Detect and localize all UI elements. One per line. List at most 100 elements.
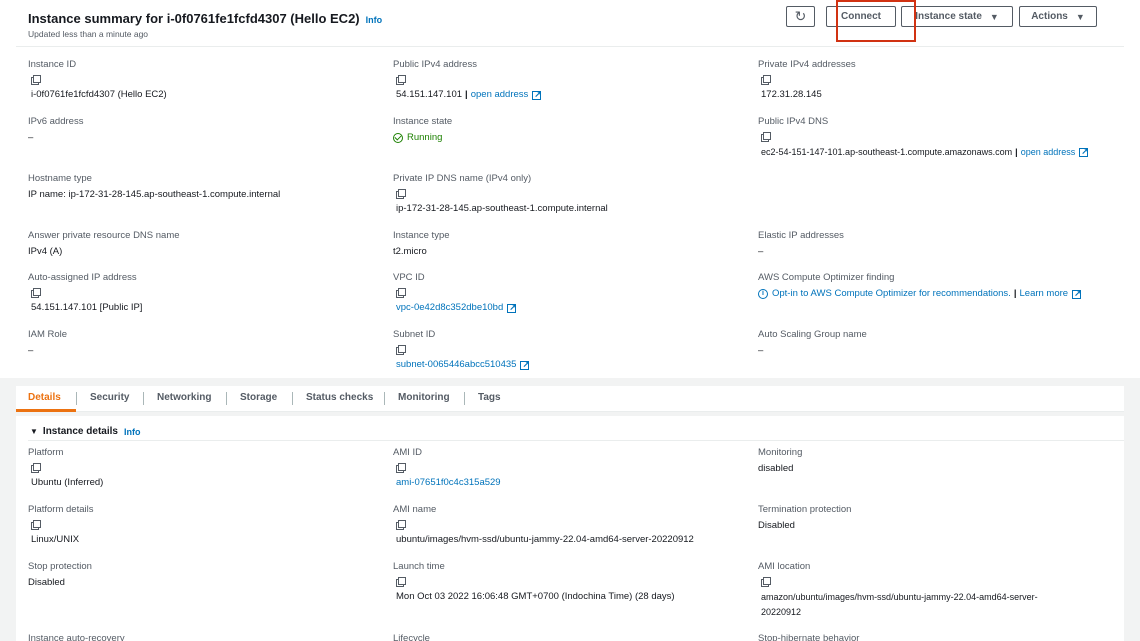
separator: | [1013, 288, 1017, 299]
tab-security[interactable]: Security [90, 392, 129, 403]
copy-icon[interactable] [31, 288, 41, 298]
tab-storage[interactable]: Storage [240, 392, 277, 403]
tab-details[interactable]: Details [28, 392, 61, 403]
private-dns-value: ip-172-31-28-145.ap-southeast-1.compute.… [396, 203, 608, 214]
hostname-type-value: IP name: ip-172-31-28-145.ap-southeast-1… [28, 189, 281, 200]
info-link[interactable]: Info [366, 15, 383, 25]
answer-dns-value: IPv4 (A) [28, 246, 63, 257]
field-elastic-ip: Elastic IP addresses – [758, 230, 1098, 258]
label: VPC ID [393, 272, 425, 283]
launch-time-value: Mon Oct 03 2022 16:06:48 GMT+0700 (Indoc… [396, 591, 675, 602]
field-monitoring: Monitoring disabled [758, 447, 1098, 475]
field-public-ipv4: Public IPv4 address 54.151.147.101 | ope… [393, 59, 733, 101]
subnet-link[interactable]: subnet-0065446abcc510435 [396, 359, 516, 371]
instance-state-row: Running [393, 132, 733, 144]
field-public-dns: Public IPv4 DNS ec2-54-151-147-101.ap-so… [758, 116, 1128, 158]
label: Instance type [393, 230, 450, 241]
asg-value: – [758, 345, 764, 356]
refresh-button[interactable]: ↻ [786, 6, 815, 27]
instance-details-header[interactable]: ▼ Instance details Info [30, 426, 140, 437]
field-stop-protection: Stop protection Disabled [28, 561, 368, 589]
field-ami-location: AMI location amazon/ubuntu/images/hvm-ss… [758, 561, 1108, 618]
external-link-icon[interactable] [520, 358, 530, 370]
field-ipv6: IPv6 address – [28, 116, 368, 144]
label: AWS Compute Optimizer finding [758, 272, 895, 283]
field-asg: Auto Scaling Group name – [758, 329, 1098, 357]
ipv6-value: – [28, 132, 34, 143]
platform-value: Ubuntu (Inferred) [31, 477, 104, 488]
public-dns-value: ec2-54-151-147-101.ap-southeast-1.comput… [761, 147, 1013, 157]
label: Stop-hibernate behavior [758, 633, 860, 641]
caret-down-icon: ▼ [989, 11, 999, 22]
actions-button[interactable]: Actions ▼ [1019, 6, 1097, 27]
label: Platform details [28, 504, 94, 515]
copy-icon[interactable] [396, 189, 406, 199]
copy-icon[interactable] [31, 75, 41, 85]
tab-networking[interactable]: Networking [157, 392, 211, 403]
info-link[interactable]: Info [124, 427, 141, 437]
info-circle-icon: i [758, 289, 768, 299]
label: AMI location [758, 561, 811, 572]
external-link-icon[interactable] [507, 301, 517, 313]
ami-id-link[interactable]: ami-07651f0c4c315a529 [396, 477, 501, 489]
field-termination-protection: Termination protection Disabled [758, 504, 1098, 532]
instance-state-value: Running [407, 132, 443, 143]
copy-icon[interactable] [396, 463, 406, 473]
instance-type-value: t2.micro [393, 246, 427, 257]
label: Hostname type [28, 173, 92, 184]
ami-name-value: ubuntu/images/hvm-ssd/ubuntu-jammy-22.04… [396, 534, 694, 545]
copy-icon[interactable] [761, 577, 771, 587]
tab-monitoring[interactable]: Monitoring [398, 392, 450, 403]
title-row: Instance summary for i-0f0761fe1fcfd4307… [28, 11, 382, 26]
field-instance-type: Instance type t2.micro [393, 230, 733, 258]
external-link-icon[interactable] [532, 88, 542, 100]
copy-icon[interactable] [396, 345, 406, 355]
copy-icon[interactable] [31, 520, 41, 530]
copy-icon[interactable] [396, 75, 406, 85]
instance-id-value: i-0f0761fe1fcfd4307 (Hello EC2) [31, 89, 167, 100]
ami-location-line1: amazon/ubuntu/images/hvm-ssd/ubuntu-jamm… [761, 592, 1038, 602]
field-answer-dns: Answer private resource DNS name IPv4 (A… [28, 230, 368, 258]
tab-divider [226, 392, 227, 405]
caret-down-icon: ▼ [1075, 11, 1085, 22]
copy-icon[interactable] [31, 463, 41, 473]
label: Subnet ID [393, 329, 436, 340]
field-ami-name: AMI name ubuntu/images/hvm-ssd/ubuntu-ja… [393, 504, 753, 546]
copy-icon[interactable] [761, 132, 771, 142]
tab-tags[interactable]: Tags [478, 392, 501, 403]
external-link-icon[interactable] [1072, 287, 1082, 299]
learn-more-link[interactable]: Learn more [1020, 288, 1069, 300]
tab-status-checks[interactable]: Status checks [306, 392, 373, 403]
caret-down-icon[interactable]: ▼ [30, 427, 38, 436]
optimizer-opt-in-link[interactable]: Opt-in to AWS Compute Optimizer for reco… [772, 288, 1011, 300]
vpc-link[interactable]: vpc-0e42d8c352dbe10bd [396, 302, 503, 314]
field-ami-id: AMI ID ami-07651f0c4c315a529 [393, 447, 733, 489]
open-address-link[interactable]: open address [471, 89, 529, 101]
copy-icon[interactable] [396, 520, 406, 530]
label: Instance auto-recovery [28, 633, 125, 641]
label: Stop protection [28, 561, 92, 572]
refresh-icon: ↻ [794, 8, 807, 24]
label: Termination protection [758, 504, 852, 515]
label: Auto Scaling Group name [758, 329, 867, 340]
platform-details-value: Linux/UNIX [31, 534, 80, 545]
header-divider [16, 46, 1124, 47]
field-instance-state: Instance state Running [393, 116, 733, 144]
details-divider [28, 440, 1124, 441]
connect-highlight-box [836, 0, 916, 42]
open-address-link[interactable]: open address [1021, 146, 1076, 158]
field-private-ipv4: Private IPv4 addresses 172.31.28.145 [758, 59, 1098, 101]
copy-icon[interactable] [396, 288, 406, 298]
copy-icon[interactable] [761, 75, 771, 85]
separator: | [1015, 147, 1018, 157]
ami-id-row: ami-07651f0c4c315a529 [396, 477, 733, 489]
external-link-icon[interactable] [1079, 145, 1089, 157]
label: Public IPv4 DNS [758, 116, 829, 127]
instance-state-button[interactable]: Instance state ▼ [901, 6, 1013, 27]
stop-protection-value: Disabled [28, 577, 65, 588]
tabs-bar: Details Security Networking Storage Stat… [16, 386, 1124, 412]
updated-text: Updated less than a minute ago [28, 29, 149, 39]
copy-icon[interactable] [396, 577, 406, 587]
monitoring-value: disabled [758, 463, 794, 474]
field-launch-time: Launch time Mon Oct 03 2022 16:06:48 GMT… [393, 561, 753, 603]
